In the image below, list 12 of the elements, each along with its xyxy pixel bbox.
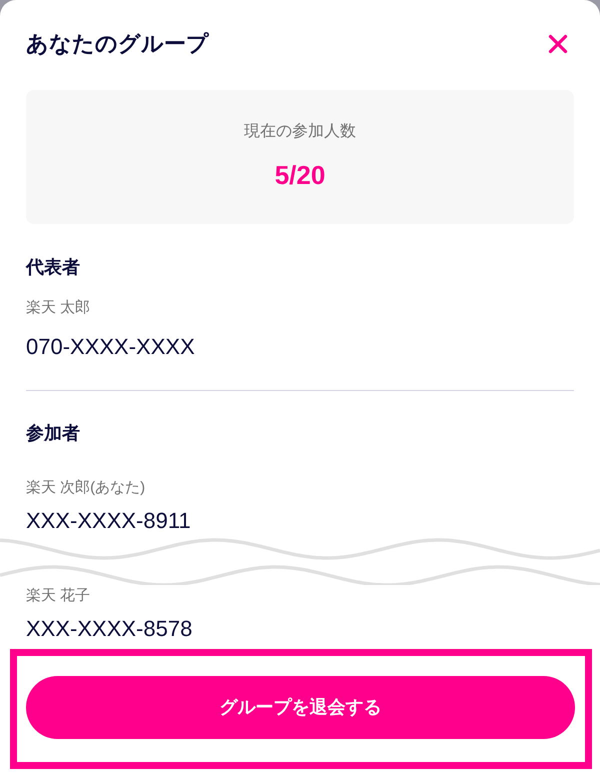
member-phone: XXX-XXXX-8578 <box>26 615 194 643</box>
section-heading: 代表者 <box>26 256 81 279</box>
member-phone: XXX-XXXX-8911 <box>26 507 192 535</box>
section-heading: 参加者 <box>26 422 81 445</box>
member-name: 楽天 次郎(あなた) <box>26 478 146 498</box>
leave-group-button[interactable]: グループを退会する <box>26 676 575 739</box>
count-value: 5/20 <box>274 159 326 191</box>
member-name: 楽天 花子 <box>26 586 92 606</box>
member-phone: 070-XXXX-XXXX <box>26 333 196 361</box>
count-label: 現在の参加人数 <box>244 122 356 142</box>
member-name: 楽天 太郎 <box>26 298 92 318</box>
sheet-title: あなたのグループ <box>26 30 209 58</box>
